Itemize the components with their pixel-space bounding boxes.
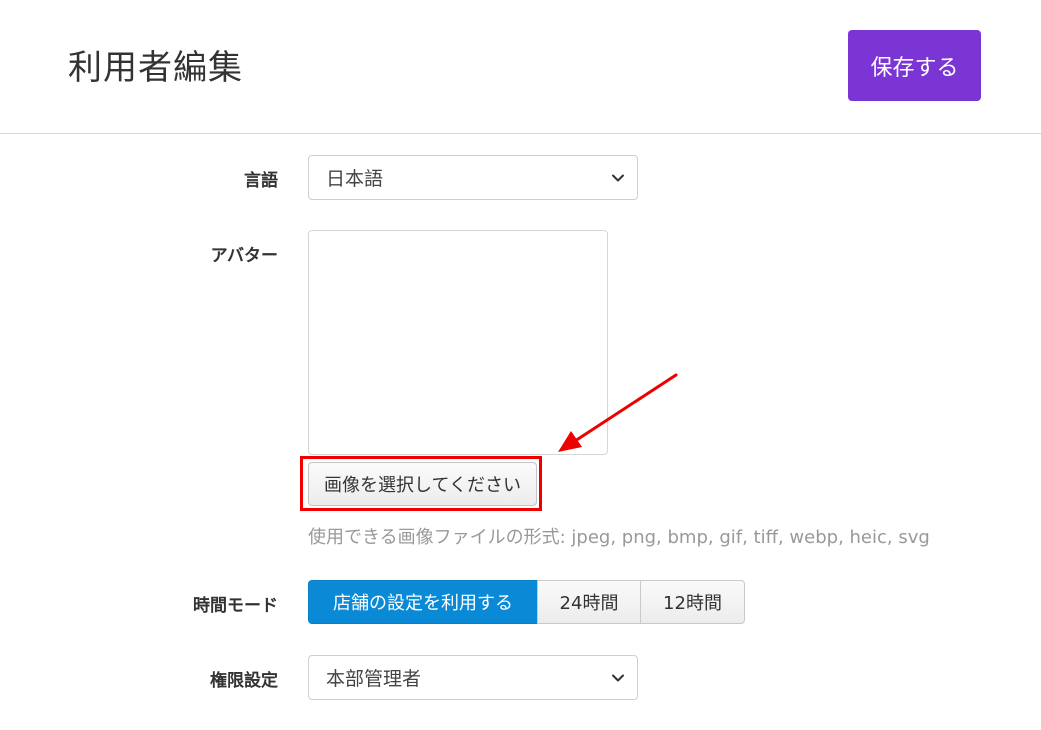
choose-image-button[interactable]: 画像を選択してください bbox=[308, 462, 537, 506]
language-label: 言語 bbox=[244, 171, 278, 191]
avatar-label: アバター bbox=[210, 246, 278, 266]
language-select-value: 日本語 bbox=[326, 168, 384, 190]
permission-select[interactable]: 本部管理者 bbox=[308, 655, 638, 700]
permission-select-value: 本部管理者 bbox=[326, 668, 422, 690]
time-mode-option-store[interactable]: 店舗の設定を利用する bbox=[308, 580, 538, 624]
avatar-preview bbox=[308, 230, 608, 455]
file-format-hint: 使用できる画像ファイルの形式: jpeg, png, bmp, gif, tif… bbox=[308, 527, 930, 548]
time-mode-option-24h[interactable]: 24時間 bbox=[537, 580, 641, 624]
chevron-down-icon bbox=[612, 174, 624, 182]
permission-label: 権限設定 bbox=[210, 671, 278, 691]
language-select[interactable]: 日本語 bbox=[308, 155, 638, 200]
page-header: 利用者編集 保存する bbox=[0, 0, 1041, 134]
save-button[interactable]: 保存する bbox=[848, 30, 981, 101]
time-mode-label: 時間モード bbox=[193, 596, 278, 616]
page-title: 利用者編集 bbox=[68, 48, 243, 88]
time-mode-toggle-group: 店舗の設定を利用する 24時間 12時間 bbox=[308, 580, 745, 624]
chevron-down-icon bbox=[612, 674, 624, 682]
time-mode-option-12h[interactable]: 12時間 bbox=[640, 580, 745, 624]
